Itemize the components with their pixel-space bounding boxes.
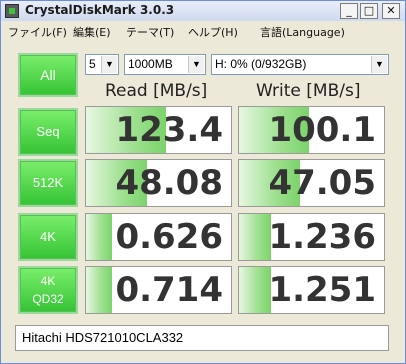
menu-help[interactable]: ヘルプ(H): [188, 24, 238, 40]
4k-read-result: 0.626: [85, 213, 232, 261]
crystaldiskmark-app-icon: [5, 4, 19, 18]
menu-bar: ファイル(F) 編集(E) テーマ(T) ヘルプ(H) 言語(Language): [1, 21, 405, 41]
512k-write-result: 47.05: [238, 159, 385, 207]
512k-test-label: 512K: [32, 175, 64, 190]
chevron-down-icon[interactable]: ▼: [188, 56, 204, 73]
menu-theme[interactable]: テーマ(T): [126, 24, 174, 40]
4k-write-value: 1.236: [268, 217, 376, 257]
menu-edit[interactable]: 編集(E): [73, 24, 111, 40]
close-button[interactable]: ✕: [382, 3, 400, 19]
menu-language[interactable]: 言語(Language): [260, 24, 345, 40]
test-count-value: 5: [89, 57, 96, 71]
4k-write-result: 1.236: [238, 213, 385, 261]
seq-write-result: 100.1: [238, 106, 385, 154]
512k-read-result: 48.08: [85, 159, 232, 207]
4k-qd32-test-label: 4K: [40, 274, 56, 288]
seq-write-value: 100.1: [268, 110, 376, 150]
4k-test-button[interactable]: 4K: [18, 213, 78, 261]
seq-test-label: Seq: [36, 124, 60, 139]
4k-write-bar: [239, 214, 271, 260]
seq-test-button[interactable]: Seq: [18, 108, 78, 156]
window-title: CrystalDiskMark 3.0.3: [25, 3, 175, 17]
run-all-label: All: [40, 67, 56, 83]
4k-read-value: 0.626: [115, 217, 223, 257]
menu-file[interactable]: ファイル(F): [8, 24, 67, 40]
4k-qd32-read-result: 0.714: [85, 266, 232, 314]
4k-qd32-read-bar: [86, 267, 113, 313]
drive-model-field: Hitachi HDS721010CLA332: [15, 325, 389, 351]
seq-read-value: 123.4: [115, 110, 223, 150]
4k-qd32-read-value: 0.714: [115, 270, 223, 310]
4k-qd32-write-value: 1.251: [268, 270, 376, 310]
title-bar[interactable]: CrystalDiskMark 3.0.3 _ □ ✕: [1, 1, 405, 22]
write-column-header: Write [MB/s]: [256, 81, 361, 101]
4k-test-label: 4K: [40, 229, 56, 244]
test-size-select[interactable]: 1000MB ▼: [124, 54, 206, 75]
read-column-header: Read [MB/s]: [105, 81, 208, 101]
chevron-down-icon[interactable]: ▼: [101, 56, 117, 73]
run-all-button[interactable]: All: [18, 53, 78, 97]
minimize-button[interactable]: _: [340, 3, 358, 19]
4k-qd32-write-bar: [239, 267, 271, 313]
4k-read-bar: [86, 214, 113, 260]
4k-qd32-write-result: 1.251: [238, 266, 385, 314]
chevron-down-icon[interactable]: ▼: [371, 56, 387, 73]
test-size-value: 1000MB: [128, 57, 173, 71]
4k-qd32-test-sublabel: QD32: [32, 292, 64, 306]
drive-value: H: 0% (0/932GB): [215, 57, 307, 71]
512k-read-value: 48.08: [115, 163, 223, 203]
512k-test-button[interactable]: 512K: [18, 159, 78, 207]
seq-read-result: 123.4: [85, 106, 232, 154]
app-window: CrystalDiskMark 3.0.3 _ □ ✕ ファイル(F) 編集(E…: [0, 0, 406, 364]
512k-write-value: 47.05: [268, 163, 376, 203]
drive-select[interactable]: H: 0% (0/932GB) ▼: [211, 54, 389, 75]
maximize-button[interactable]: □: [360, 3, 378, 19]
test-count-select[interactable]: 5 ▼: [85, 54, 119, 75]
4k-qd32-test-button[interactable]: 4K QD32: [18, 266, 78, 314]
